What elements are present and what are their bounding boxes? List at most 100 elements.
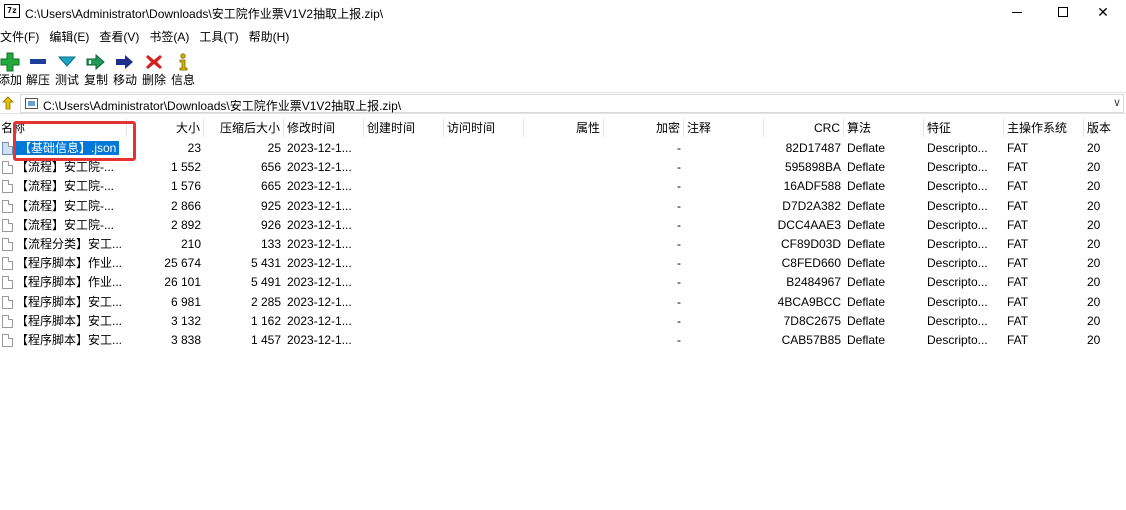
cell-size: 1 576 xyxy=(170,179,201,194)
info-icon xyxy=(169,51,197,73)
col-host-os[interactable]: 主操作系统 xyxy=(1004,119,1084,137)
col-accessed[interactable]: 访问时间 xyxy=(444,119,524,137)
delete-button[interactable]: 删除 xyxy=(140,48,168,87)
cell-name: 【流程】安工院-... xyxy=(16,179,114,194)
cell-crc: CF89D03D xyxy=(780,236,841,251)
cell-characteristics: Descripto... xyxy=(927,332,988,347)
move-button[interactable]: 移动 xyxy=(111,48,139,87)
cell-encrypted: - xyxy=(677,332,681,347)
cell-characteristics: Descripto... xyxy=(927,236,988,251)
cell-encrypted: - xyxy=(677,256,681,271)
cell-host-os: FAT xyxy=(1007,332,1029,347)
menu-help[interactable]: 帮助(H) xyxy=(249,27,290,47)
cell-encrypted: - xyxy=(677,294,681,309)
cell-method: Deflate xyxy=(847,160,886,175)
file-row[interactable]: 【程序脚本】作业... 26 101 5 491 2023-12-1... - B2484… xyxy=(0,273,1126,292)
cell-encrypted: - xyxy=(677,313,681,328)
file-row[interactable]: 【程序脚本】作业... 25 674 5 431 2023-12-1... - C8FED… xyxy=(0,254,1126,273)
col-characteristics[interactable]: 特征 xyxy=(924,119,1004,137)
extract-button[interactable]: 解压 xyxy=(24,48,52,87)
menu-edit[interactable]: 编辑(E) xyxy=(49,27,89,47)
cell-encrypted: - xyxy=(677,217,681,232)
info-label: 信息 xyxy=(170,73,195,87)
add-button[interactable]: 添加 xyxy=(0,48,24,87)
cell-version: 20 xyxy=(1087,294,1101,309)
col-created[interactable]: 创建时间 xyxy=(364,119,444,137)
menu-file[interactable]: 文件(F) xyxy=(0,27,39,47)
cell-name: 【流程】安工院-... xyxy=(16,198,114,213)
cell-size: 26 101 xyxy=(164,275,201,290)
file-row[interactable]: 【流程】安工院-... 2 866 925 2023-12-1... - D7D2A382… xyxy=(0,197,1126,216)
cell-packed: 665 xyxy=(260,179,281,194)
menu-view[interactable]: 查看(V) xyxy=(99,27,139,47)
cell-host-os: FAT xyxy=(1007,256,1029,271)
col-method[interactable]: 算法 xyxy=(844,119,924,137)
cell-modified: 2023-12-1... xyxy=(287,294,352,309)
cell-host-os: FAT xyxy=(1007,294,1029,309)
col-packed-size[interactable]: 压缩后大小 xyxy=(204,119,284,137)
address-bar: C:\Users\Administrator\Downloads\安工院作业票V… xyxy=(0,92,1126,114)
col-size[interactable]: 大小 xyxy=(127,119,204,137)
cell-packed: 926 xyxy=(260,217,281,232)
cell-encrypted: - xyxy=(677,275,681,290)
test-button[interactable]: 测试 xyxy=(53,48,81,87)
col-attributes[interactable]: 属性 xyxy=(524,119,604,137)
file-list: 【基础信息】.json 23 25 2023-12-1... - 82D17487 Defl… xyxy=(0,139,1126,350)
file-row[interactable]: 【流程】安工院-... 1 576 665 2023-12-1... - 16ADF588… xyxy=(0,177,1126,196)
file-row[interactable]: 【流程】安工院-... 2 892 926 2023-12-1... - DCC4AAE3… xyxy=(0,216,1126,235)
selected-file-name[interactable]: 【基础信息】.json xyxy=(16,141,120,155)
cell-characteristics: Descripto... xyxy=(927,198,988,213)
cell-packed: 5 491 xyxy=(250,275,281,290)
cell-characteristics: Descripto... xyxy=(927,217,988,232)
test-label: 测试 xyxy=(54,73,79,87)
title-bar[interactable]: 7z C:\Users\Administrator\Downloads\安工院作… xyxy=(0,0,1126,24)
col-comment[interactable]: 注释 xyxy=(684,119,764,137)
col-name[interactable]: 名称 xyxy=(0,119,127,137)
cell-modified: 2023-12-1... xyxy=(287,179,352,194)
menu-bookmarks[interactable]: 书签(A) xyxy=(149,27,189,47)
address-dropdown-icon[interactable]: ∨ xyxy=(1113,96,1121,109)
cell-host-os: FAT xyxy=(1007,275,1029,290)
cell-host-os: FAT xyxy=(1007,160,1029,175)
cell-encrypted: - xyxy=(677,160,681,175)
copy-icon xyxy=(82,51,110,73)
cell-size: 1 552 xyxy=(170,160,201,175)
cell-method: Deflate xyxy=(847,332,886,347)
close-button[interactable]: ✕ xyxy=(1080,0,1126,24)
copy-button[interactable]: 复制 xyxy=(82,48,110,87)
cell-name: 【基础信息】.json xyxy=(0,139,127,158)
col-modified[interactable]: 修改时间 xyxy=(284,119,364,137)
info-button[interactable]: 信息 xyxy=(169,48,197,87)
menu-tools[interactable]: 工具(T) xyxy=(199,27,238,47)
maximize-icon xyxy=(1058,7,1068,17)
up-folder-button[interactable] xyxy=(2,96,14,110)
cell-host-os: FAT xyxy=(1007,179,1029,194)
extract-icon xyxy=(24,51,52,73)
cell-method: Deflate xyxy=(847,275,886,290)
col-encrypted[interactable]: 加密 xyxy=(604,119,684,137)
cell-version: 20 xyxy=(1087,198,1101,213)
cell-packed: 1 457 xyxy=(250,332,281,347)
col-crc[interactable]: CRC xyxy=(764,119,844,137)
cell-characteristics: Descripto... xyxy=(927,179,988,194)
file-row[interactable]: 【程序脚本】安工... 3 838 1 457 2023-12-1... - CAB57B… xyxy=(0,331,1126,350)
cell-crc: D7D2A382 xyxy=(782,198,841,213)
file-row[interactable]: 【基础信息】.json 23 25 2023-12-1... - 82D17487 Defl… xyxy=(0,139,1126,158)
cell-host-os: FAT xyxy=(1007,141,1029,155)
cell-encrypted: - xyxy=(677,179,681,194)
file-row[interactable]: 【流程】安工院-... 1 552 656 2023-12-1... - 595898BA… xyxy=(0,158,1126,177)
cell-characteristics: Descripto... xyxy=(927,141,988,155)
address-input[interactable]: C:\Users\Administrator\Downloads\安工院作业票V… xyxy=(20,94,1124,113)
delete-label: 删除 xyxy=(141,73,166,87)
file-row[interactable]: 【程序脚本】安工... 3 132 1 162 2023-12-1... - 7D8C26… xyxy=(0,312,1126,331)
col-version[interactable]: 版本 xyxy=(1084,119,1126,137)
cell-crc: B2484967 xyxy=(786,275,841,290)
test-icon xyxy=(53,51,81,73)
cell-size: 6 981 xyxy=(170,294,201,309)
cell-method: Deflate xyxy=(847,198,886,213)
cell-name: 【程序脚本】作业... xyxy=(16,256,123,271)
minimize-button[interactable] xyxy=(994,0,1040,24)
file-row[interactable]: 【程序脚本】安工... 6 981 2 285 2023-12-1... - 4BCA9B… xyxy=(0,293,1126,312)
file-row[interactable]: 【流程分类】安工... 210 133 2023-12-1... - CF89D03D De… xyxy=(0,235,1126,254)
cell-version: 20 xyxy=(1087,275,1101,290)
